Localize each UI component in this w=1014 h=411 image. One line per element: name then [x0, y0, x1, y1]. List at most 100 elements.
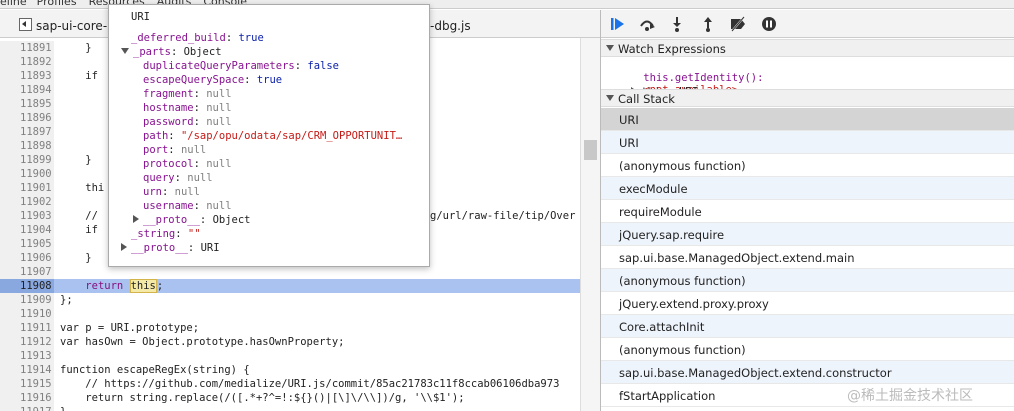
call-frame-label: fStartApplication — [619, 389, 716, 403]
property-row[interactable]: hostname: null — [143, 101, 232, 115]
property-row[interactable]: __proto__: URI — [121, 241, 220, 255]
step-into-icon[interactable] — [668, 16, 686, 32]
line-number[interactable]: 11905 — [0, 237, 54, 251]
call-frame[interactable]: (anonymous function) — [601, 269, 1014, 292]
call-frame[interactable]: (anonymous function) — [601, 338, 1014, 361]
collapse-arrow-icon[interactable] — [121, 48, 129, 54]
line-number[interactable]: 11917 — [0, 405, 54, 411]
line-number[interactable]: 11910 — [0, 307, 54, 321]
line-number[interactable]: 11898 — [0, 139, 54, 153]
code-line[interactable]: 11915 // https://github.com/medialize/UR… — [0, 377, 580, 391]
navigator-toggle-icon[interactable] — [19, 18, 32, 31]
panel-tab[interactable]: Profiles — [37, 0, 77, 8]
property-row[interactable]: __proto__: Object — [133, 213, 251, 227]
line-number[interactable]: 11904 — [0, 223, 54, 237]
line-number[interactable]: 11903 — [0, 209, 54, 223]
line-number[interactable]: 11913 — [0, 349, 54, 363]
property-row[interactable]: query: null — [143, 171, 213, 185]
file-tab-right[interactable]: -dbg.js — [430, 19, 471, 33]
line-number[interactable]: 11916 — [0, 391, 54, 405]
property-row[interactable]: port: null — [143, 143, 206, 157]
code-line[interactable]: 11910 — [0, 307, 580, 321]
line-number[interactable]: 11899 — [0, 153, 54, 167]
object-inspector-popover[interactable]: URI _deferred_build: true _parts: Object d… — [108, 4, 430, 267]
property-value: null — [187, 172, 213, 184]
call-frame-label: (anonymous function) — [619, 343, 746, 357]
call-frame-label: URI — [619, 136, 639, 150]
watch-expressions-header[interactable]: Watch Expressions — [601, 39, 1014, 57]
call-frame[interactable]: URI — [601, 131, 1014, 154]
call-frame[interactable]: URI — [601, 108, 1014, 131]
step-over-icon[interactable] — [638, 16, 656, 32]
line-number[interactable]: 11912 — [0, 335, 54, 349]
highlighted-token[interactable]: this — [129, 279, 157, 293]
call-frame-label: (anonymous function) — [619, 159, 746, 173]
line-number[interactable]: 11908 — [0, 279, 54, 293]
property-row[interactable]: urn: null — [143, 185, 200, 199]
line-number[interactable]: 11915 — [0, 377, 54, 391]
property-row[interactable]: duplicateQueryParameters: false — [143, 59, 339, 73]
line-number[interactable]: 11893 — [0, 69, 54, 83]
line-number[interactable]: 11914 — [0, 363, 54, 377]
code-line[interactable]: 11907 — [0, 265, 580, 279]
call-frame[interactable]: (anonymous function) — [601, 154, 1014, 177]
code-line[interactable]: 11908 return this; — [0, 279, 580, 293]
call-frame[interactable]: jQuery.extend.proxy.proxy — [601, 292, 1014, 315]
scrollbar-thumb[interactable] — [584, 140, 597, 160]
line-number[interactable]: 11892 — [0, 55, 54, 69]
deactivate-breakpoints-icon[interactable] — [729, 16, 747, 32]
line-number[interactable]: 11911 — [0, 321, 54, 335]
property-row[interactable]: username: null — [143, 199, 232, 213]
file-tab-left[interactable]: sap-ui-core- — [36, 19, 107, 33]
property-value: "" — [187, 228, 201, 240]
property-key: path — [143, 130, 169, 142]
call-frame[interactable]: Core.attachInit — [601, 315, 1014, 338]
property-row[interactable]: _deferred_build: true — [131, 31, 264, 45]
code-line[interactable]: 11911 var p = URI.prototype; — [0, 321, 580, 335]
property-key: username — [143, 200, 194, 212]
property-row[interactable]: fragment: null — [143, 87, 232, 101]
code-line[interactable]: 11913 — [0, 349, 580, 363]
property-row[interactable]: escapeQuerySpace: true — [143, 73, 282, 87]
property-row[interactable]: password: null — [143, 115, 232, 129]
call-frame[interactable]: sap.ui.base.ManagedObject.extend.main — [601, 246, 1014, 269]
line-number[interactable]: 11894 — [0, 83, 54, 97]
panel-tab[interactable]: eline — [0, 0, 27, 8]
resume-icon[interactable] — [609, 16, 627, 32]
code-text: var p = URI.prototype; — [60, 322, 200, 334]
line-number[interactable]: 11907 — [0, 265, 54, 279]
property-value: Object — [212, 214, 251, 226]
code-line[interactable]: 11916 return string.replace(/([.*+?^=!:$… — [0, 391, 580, 405]
editor-scrollbar[interactable] — [580, 38, 600, 411]
property-row[interactable]: _parts: Object — [121, 45, 222, 59]
code-line[interactable]: 11909}; — [0, 293, 580, 307]
step-out-icon[interactable] — [699, 16, 717, 32]
call-frame[interactable]: requireModule — [601, 200, 1014, 223]
call-frame[interactable]: jQuery.sap.require — [601, 223, 1014, 246]
expand-arrow-icon[interactable] — [121, 243, 127, 251]
property-key: _parts — [133, 46, 171, 58]
line-number[interactable]: 11900 — [0, 167, 54, 181]
line-number[interactable]: 11906 — [0, 251, 54, 265]
line-number[interactable]: 11901 — [0, 181, 54, 195]
line-number[interactable]: 11891 — [0, 41, 54, 55]
property-row[interactable]: protocol: null — [143, 157, 232, 171]
line-number[interactable]: 11895 — [0, 97, 54, 111]
code-line[interactable]: 11914 function escapeRegEx(string) { — [0, 363, 580, 377]
code-text: } — [60, 42, 92, 54]
property-row[interactable]: _string: "" — [131, 227, 201, 241]
code-line[interactable]: 11912 var hasOwn = Object.prototype.hasOw… — [0, 335, 580, 349]
line-number[interactable]: 11902 — [0, 195, 54, 209]
call-frame[interactable]: sap.ui.base.ManagedObject.extend.constru… — [601, 361, 1014, 384]
line-number[interactable]: 11897 — [0, 125, 54, 139]
property-row[interactable]: path: "/sap/opu/odata/sap/CRM_OPPORTUNIT… — [143, 129, 402, 143]
line-number[interactable]: 11909 — [0, 293, 54, 307]
call-stack-header[interactable]: Call Stack — [601, 89, 1014, 107]
line-number[interactable]: 11896 — [0, 111, 54, 125]
call-frame[interactable]: execModule — [601, 177, 1014, 200]
code-line[interactable]: 11917} — [0, 405, 580, 411]
expand-arrow-icon — [606, 95, 614, 101]
expand-arrow-icon[interactable] — [133, 215, 139, 223]
pause-on-exceptions-icon[interactable] — [760, 16, 778, 32]
code-punct: ; — [156, 280, 164, 292]
